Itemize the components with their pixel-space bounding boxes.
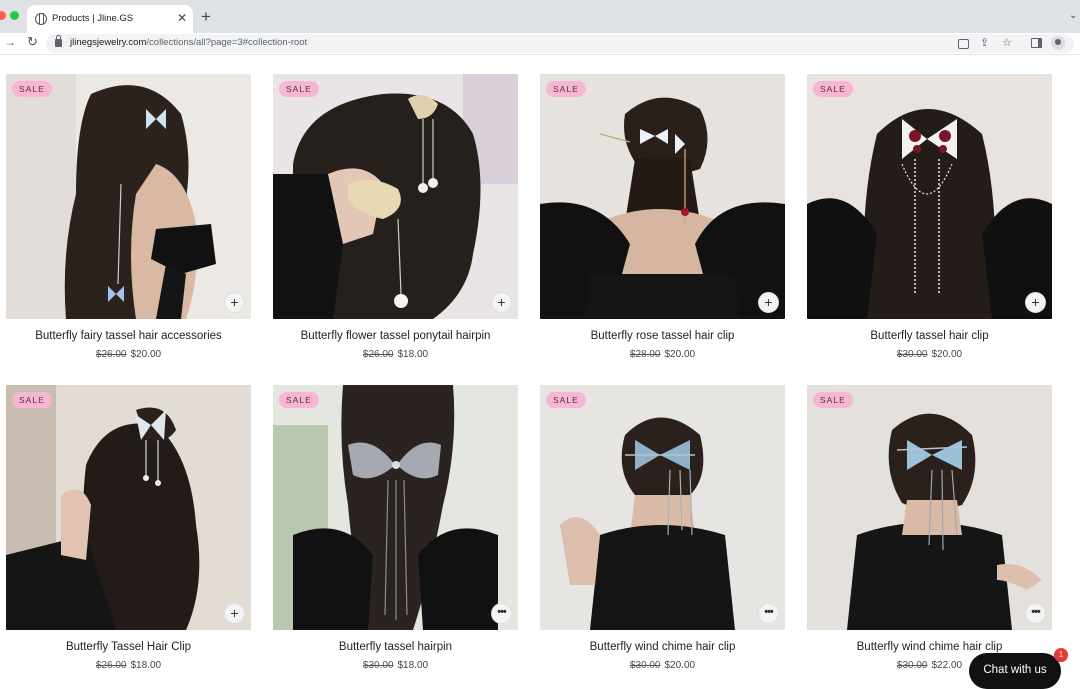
product-photo — [807, 385, 1052, 630]
profile-avatar-icon[interactable] — [1051, 36, 1065, 50]
close-window-button[interactable] — [0, 11, 6, 20]
product-title[interactable]: Butterfly fairy tassel hair accessories — [6, 330, 251, 342]
sale-badge: SALE — [12, 392, 52, 408]
product-image[interactable]: SALE + — [6, 385, 251, 630]
sale-price: $20.00 — [130, 349, 162, 360]
product-photo — [6, 385, 251, 630]
tab-search-chevron-icon[interactable]: ⌄ — [1069, 10, 1077, 21]
sale-badge: SALE — [279, 392, 319, 408]
product-price: $26.00 $18.00 — [273, 349, 518, 360]
product-title[interactable]: Butterfly tassel hairpin — [273, 641, 518, 653]
compare-at-price: $30.00 — [629, 660, 661, 671]
product-card[interactable]: SALE + Butterfly flower tassel ponytail … — [273, 74, 518, 360]
sale-badge: SALE — [546, 392, 586, 408]
product-photo — [6, 74, 251, 319]
url-text[interactable]: jlinegsjewelry.com/collections/all?page=… — [70, 37, 307, 48]
product-image[interactable]: SALE + — [807, 74, 1052, 319]
compare-at-price: $30.00 — [896, 349, 928, 360]
chat-with-us-button[interactable]: Chat with us — [969, 653, 1061, 689]
product-title[interactable]: Butterfly Tassel Hair Clip — [6, 641, 251, 653]
compare-at-price: $26.00 — [95, 349, 127, 360]
product-image[interactable]: SALE + — [6, 74, 251, 319]
product-card[interactable]: SALE ••• Butterfly wind chime hair clip … — [807, 385, 1052, 671]
url-path: /collections/all?page=3#collection-root — [146, 37, 308, 48]
tab-title: Products | Jline.GS — [52, 13, 134, 24]
sale-price: $20.00 — [664, 349, 696, 360]
product-card[interactable]: SALE + Butterfly Tassel Hair Clip $26.00… — [6, 385, 251, 671]
sale-price: $18.00 — [397, 660, 429, 671]
sale-price: $18.00 — [130, 660, 162, 671]
side-panel-icon[interactable] — [1031, 38, 1042, 48]
compare-at-price: $26.00 — [95, 660, 127, 671]
product-price: $26.00 $20.00 — [6, 349, 251, 360]
product-photo — [540, 385, 785, 630]
sale-badge: SALE — [813, 81, 853, 97]
product-image[interactable]: SALE ••• — [273, 385, 518, 630]
browser-tab[interactable]: Products | Jline.GS ✕ — [27, 5, 193, 33]
compare-at-price: $28.00 — [629, 349, 661, 360]
product-image[interactable]: SALE + — [273, 74, 518, 319]
product-title[interactable]: Butterfly wind chime hair clip — [540, 641, 785, 653]
browser-toolbar: → ↻ jlinegsjewelry.com/collections/all?p… — [0, 33, 1080, 55]
sale-price: $20.00 — [931, 349, 963, 360]
product-title[interactable]: Butterfly rose tassel hair clip — [540, 330, 785, 342]
quick-add-button[interactable]: + — [491, 292, 512, 313]
product-title[interactable]: Butterfly flower tassel ponytail hairpin — [273, 330, 518, 342]
translate-icon[interactable] — [958, 39, 969, 49]
sale-price: $20.00 — [664, 660, 696, 671]
quick-add-button[interactable]: + — [224, 292, 245, 313]
product-photo — [273, 385, 518, 630]
lock-icon[interactable] — [55, 35, 62, 47]
product-price: $30.00 $20.00 — [540, 660, 785, 671]
url-domain: jlinegsjewelry.com — [70, 37, 147, 48]
sale-badge: SALE — [12, 81, 52, 97]
forward-arrow-icon[interactable]: → — [4, 35, 16, 49]
product-price: $26.00 $18.00 — [6, 660, 251, 671]
sale-badge: SALE — [813, 392, 853, 408]
product-photo — [273, 74, 518, 319]
product-image[interactable]: SALE ••• — [540, 385, 785, 630]
more-options-button[interactable]: ••• — [758, 603, 779, 624]
sale-badge: SALE — [279, 81, 319, 97]
bookmark-star-icon[interactable]: ☆ — [1002, 36, 1012, 50]
browser-tab-bar: Products | Jline.GS ✕ + ⌄ — [0, 0, 1080, 33]
compare-at-price: $30.00 — [362, 660, 394, 671]
product-photo — [807, 74, 1052, 319]
product-card[interactable]: SALE + Butterfly tassel hair clip $30.00… — [807, 74, 1052, 360]
quick-add-button[interactable]: + — [1025, 292, 1046, 313]
product-card[interactable]: SALE + Butterfly fairy tassel hair acces… — [6, 74, 251, 360]
more-options-button[interactable]: ••• — [491, 603, 512, 624]
more-options-button[interactable]: ••• — [1025, 603, 1046, 624]
product-card[interactable]: SALE ••• Butterfly tassel hairpin $30.00… — [273, 385, 518, 671]
product-price: $30.00 $18.00 — [273, 660, 518, 671]
product-card[interactable]: SALE ••• Butterfly wind chime hair clip … — [540, 385, 785, 671]
product-price: $28.00 $20.00 — [540, 349, 785, 360]
compare-at-price: $30.00 — [896, 660, 928, 671]
globe-icon — [35, 13, 47, 25]
quick-add-button[interactable]: + — [758, 292, 779, 313]
quick-add-button[interactable]: + — [224, 603, 245, 624]
sale-badge: SALE — [546, 81, 586, 97]
chat-notification-badge: 1 — [1054, 648, 1068, 662]
product-card[interactable]: SALE + Butterfly rose tassel hair clip $… — [540, 74, 785, 360]
compare-at-price: $26.00 — [362, 349, 394, 360]
reload-icon[interactable]: ↻ — [27, 34, 38, 50]
share-icon[interactable]: ⇪ — [980, 36, 989, 50]
close-tab-icon[interactable]: ✕ — [177, 11, 187, 25]
new-tab-button[interactable]: + — [201, 8, 211, 25]
product-title[interactable]: Butterfly wind chime hair clip — [807, 641, 1052, 653]
product-image[interactable]: SALE ••• — [807, 385, 1052, 630]
product-price: $30.00 $20.00 — [807, 349, 1052, 360]
address-bar[interactable]: jlinegsjewelry.com/collections/all?page=… — [46, 34, 1074, 53]
product-image[interactable]: SALE + — [540, 74, 785, 319]
product-photo — [540, 74, 785, 319]
product-title[interactable]: Butterfly tassel hair clip — [807, 330, 1052, 342]
maximize-window-button[interactable] — [10, 11, 19, 20]
sale-price: $22.00 — [931, 660, 963, 671]
sale-price: $18.00 — [397, 349, 429, 360]
